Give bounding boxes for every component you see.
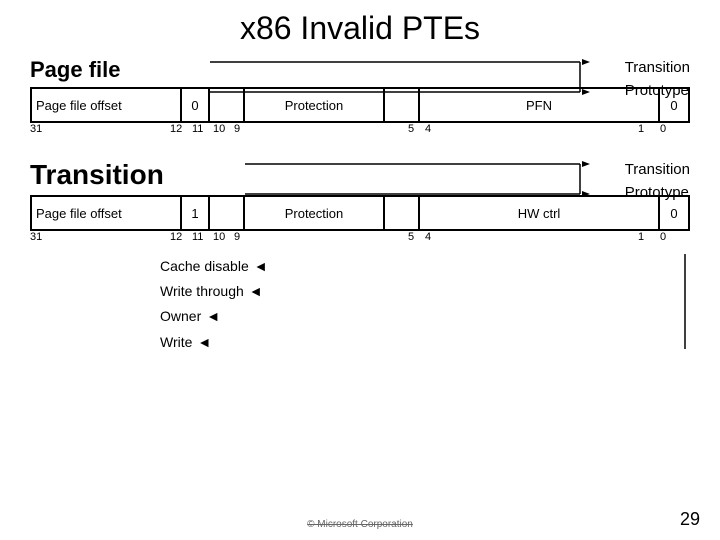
annotations-bracket-svg [680, 254, 700, 354]
lower-prototype-label: Prototype [625, 182, 690, 205]
page-file-label: Page file [30, 57, 210, 83]
annotation-owner: Owner ◄ [160, 304, 690, 329]
annotation-write-through: Write through ◄ [160, 279, 690, 304]
copyright-text: © Microsoft Corporation [307, 519, 413, 530]
upper-transition-label: Transition [625, 57, 690, 80]
lower-bracket-svg [245, 154, 685, 204]
annotations-section: Cache disable ◄ Write through ◄ Owner ◄ … [160, 254, 690, 355]
upper-cell-page-file-offset: Page file offset [32, 89, 182, 121]
annotation-cache-disable: Cache disable ◄ [160, 254, 690, 279]
upper-bracket-svg [210, 52, 690, 102]
annotation-write: Write ◄ [160, 330, 690, 355]
lower-cell-spacer1 [210, 197, 245, 229]
page-title: x86 Invalid PTEs [30, 10, 690, 47]
page-number: 29 [680, 509, 700, 530]
lower-cell-page-file-offset: Page file offset [32, 197, 182, 229]
transition-main-label: Transition [30, 159, 250, 191]
upper-bit-numbers: 31 12 11 10 9 5 4 1 0 [30, 123, 690, 141]
upper-cell-0: 0 [182, 89, 210, 121]
upper-prototype-label: Prototype [625, 80, 690, 103]
lower-cell-1: 1 [182, 197, 210, 229]
lower-bit-numbers: 31 12 11 10 9 5 4 1 0 [30, 231, 690, 249]
lower-transition-label: Transition [625, 159, 690, 182]
